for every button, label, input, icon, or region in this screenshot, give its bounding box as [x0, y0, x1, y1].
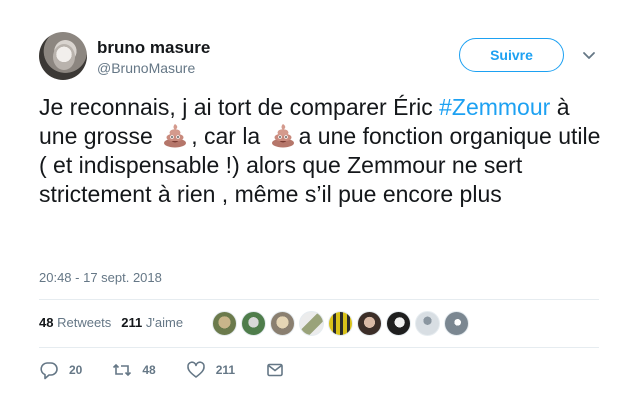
- likes-label: J'aime: [145, 315, 184, 330]
- liker-avatar[interactable]: [299, 311, 324, 336]
- divider: [39, 347, 599, 348]
- retweet-button[interactable]: 48: [112, 360, 156, 380]
- user-avatar[interactable]: [39, 32, 87, 80]
- liker-avatar[interactable]: [415, 311, 440, 336]
- liker-avatar[interactable]: [357, 311, 382, 336]
- divider: [39, 299, 599, 300]
- retweet-icon: [113, 363, 132, 377]
- hashtag-link[interactable]: #Zemmour: [439, 94, 550, 120]
- tweet-timestamp[interactable]: 20:48 - 17 sept. 2018: [39, 270, 162, 285]
- tweet-text-part: Je reconnais, j ai tort de comparer Éric: [39, 94, 440, 120]
- reply-count: 20: [69, 363, 83, 377]
- liker-avatars: [212, 311, 473, 336]
- retweets-count: 48: [39, 315, 54, 330]
- envelope-icon: [267, 363, 283, 377]
- like-button[interactable]: 211: [186, 360, 235, 380]
- tweet-text: Je reconnais, j ai tort de comparer Éric…: [39, 93, 609, 209]
- likes-stat[interactable]: 211 J'aime: [121, 315, 183, 330]
- avatar-face: [53, 44, 75, 70]
- retweets-stat[interactable]: 48 Retweets: [39, 315, 111, 330]
- heart-icon: [186, 361, 205, 378]
- like-count: 211: [215, 363, 236, 377]
- reply-button[interactable]: 20: [39, 360, 82, 380]
- direct-message-button[interactable]: [265, 360, 295, 380]
- retweets-label: Retweets: [57, 315, 112, 330]
- liker-avatar[interactable]: [241, 311, 266, 336]
- user-handle[interactable]: @BrunoMasure: [97, 60, 195, 76]
- reply-icon: [40, 362, 58, 380]
- follow-button[interactable]: Suivre: [459, 38, 564, 72]
- retweet-count: 48: [142, 363, 156, 377]
- tweet-card: bruno masure @BrunoMasure Suivre Je reco…: [0, 0, 639, 406]
- likes-count: 211: [121, 315, 143, 330]
- liker-avatar[interactable]: [212, 311, 237, 336]
- liker-avatar[interactable]: [444, 311, 469, 336]
- pile-of-poo-emoji-icon: [271, 124, 294, 148]
- tweet-stats: 48 Retweets 211 J'aime: [39, 315, 183, 330]
- display-name[interactable]: bruno masure: [97, 38, 210, 58]
- liker-avatar[interactable]: [270, 311, 295, 336]
- liker-avatar[interactable]: [328, 311, 353, 336]
- tweet-actions: 20 48 211: [39, 360, 325, 380]
- liker-avatar[interactable]: [386, 311, 411, 336]
- chevron-down-icon[interactable]: [582, 48, 596, 62]
- pile-of-poo-emoji-icon: [164, 124, 187, 148]
- tweet-text-part: , car la: [191, 123, 267, 149]
